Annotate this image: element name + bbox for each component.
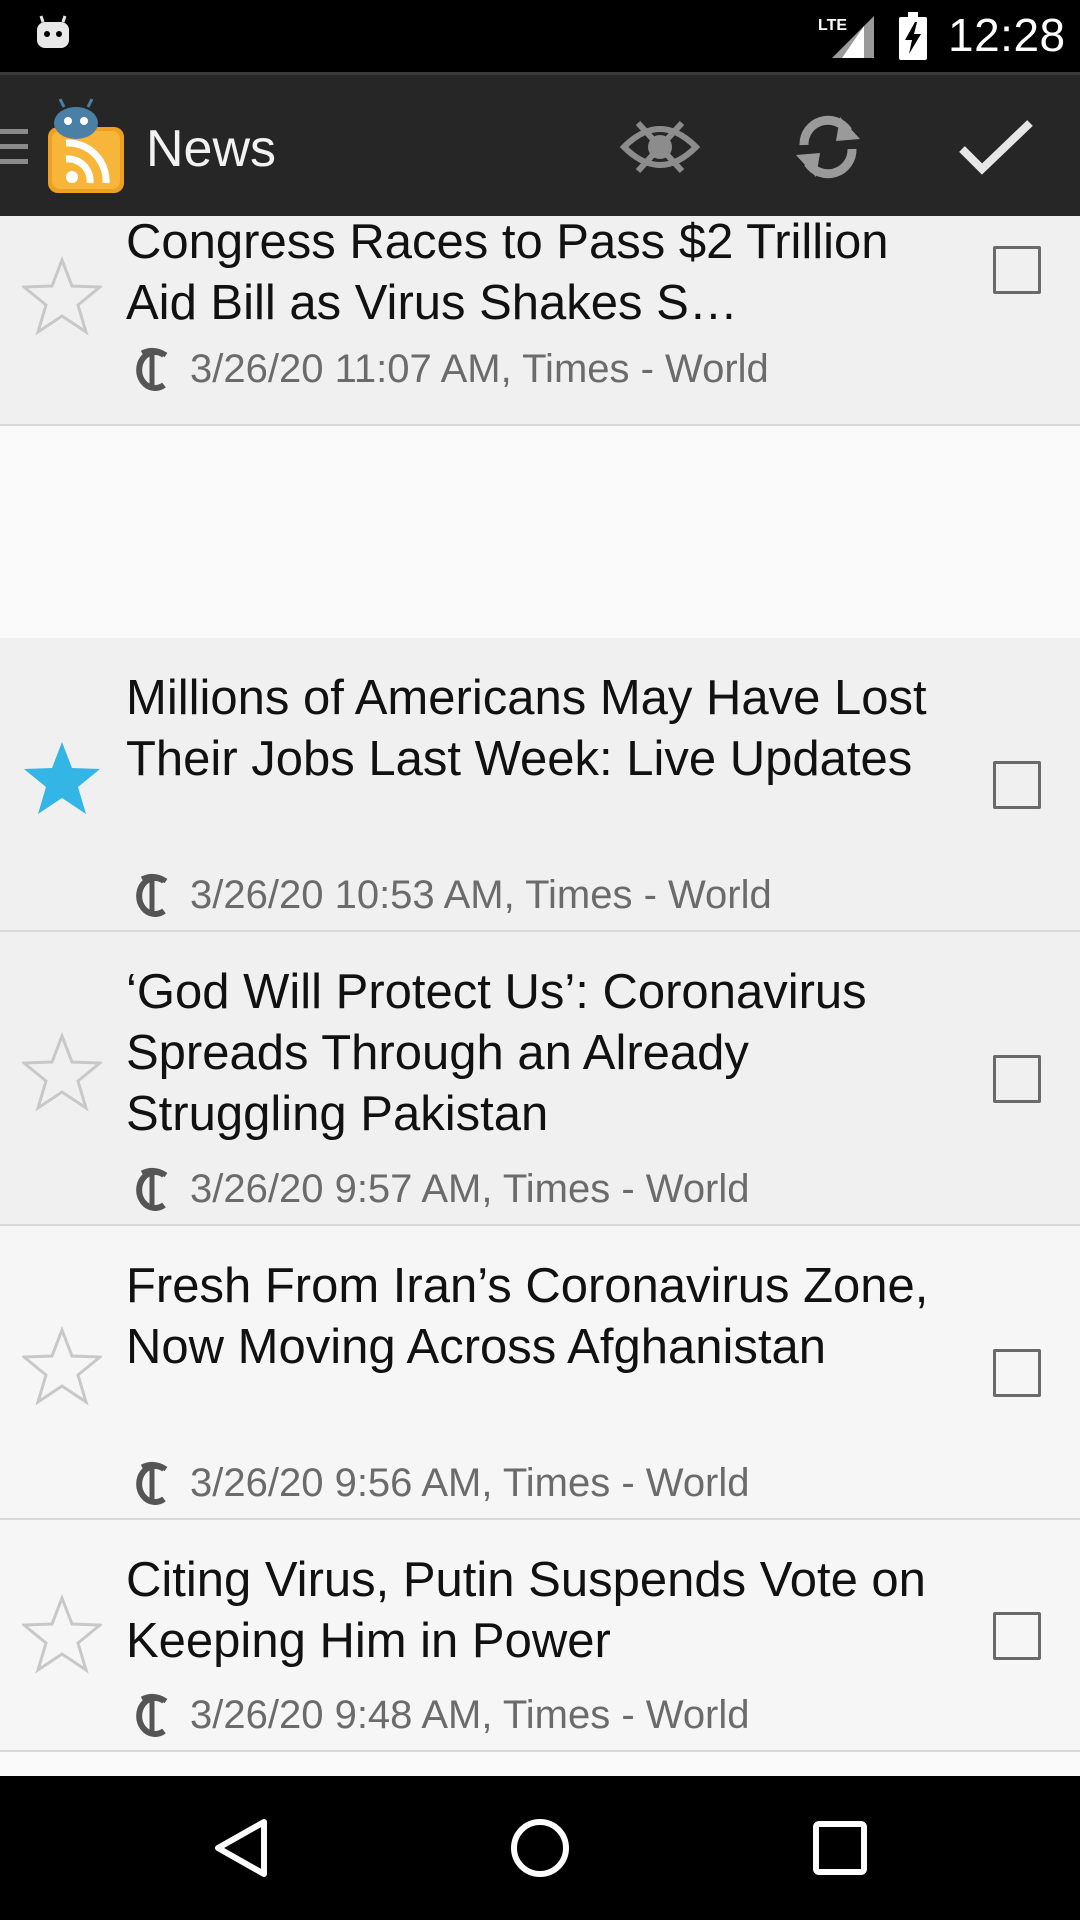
mark-read-checkbox[interactable] — [993, 246, 1041, 294]
article-meta: 3/26/20 9:56 AM, Times - World — [132, 1458, 750, 1508]
article-row[interactable]: ‘God Will Protect Us’: Coronavirus Sprea… — [0, 932, 1080, 1226]
star-outline-icon[interactable] — [22, 256, 102, 336]
article-row[interactable]: Millions of Americans May Have Lost Thei… — [0, 638, 1080, 932]
article-meta: 3/26/20 10:53 AM, Times - World — [132, 870, 772, 920]
article-date-source: 3/26/20 11:07 AM, Times - World — [190, 346, 769, 391]
clock: 12:28 — [948, 9, 1066, 61]
article-headline[interactable]: Congress Races to Pass $2 Trillion Aid B… — [126, 216, 946, 334]
app-logo[interactable] — [42, 97, 128, 197]
article-headline[interactable]: Millions of Americans May Have Lost Thei… — [126, 668, 946, 790]
article-headline[interactable]: Fresh From Iran’s Coronavirus Zone, Now … — [126, 1256, 946, 1378]
network-label: LTE — [818, 17, 847, 34]
nyt-logo-icon — [136, 1167, 168, 1211]
back-icon[interactable] — [210, 1816, 274, 1880]
mark-read-checkbox[interactable] — [993, 761, 1041, 809]
article-meta: 3/26/20 11:07 AM, Times - World — [132, 344, 769, 394]
mark-read-checkbox[interactable] — [993, 1349, 1041, 1397]
article-date-source: 3/26/20 10:53 AM, Times - World — [190, 872, 772, 917]
lte-signal-icon: LTE — [818, 16, 874, 58]
star-outline-icon[interactable] — [22, 1326, 102, 1406]
article-row[interactable]: Citing Virus, Putin Suspends Vote on Kee… — [0, 1520, 1080, 1752]
battery-charging-icon — [899, 12, 927, 60]
star-filled-icon[interactable] — [22, 738, 102, 818]
app-bar: News — [0, 72, 1080, 216]
article-row[interactable]: Congress Races to Pass $2 Trillion Aid B… — [0, 216, 1080, 426]
mark-read-checkbox[interactable] — [993, 1055, 1041, 1103]
article-date-source: 3/26/20 9:57 AM, Times - World — [190, 1166, 750, 1211]
article-date-source: 3/26/20 9:56 AM, Times - World — [190, 1460, 750, 1505]
article-date-source: 3/26/20 9:48 AM, Times - World — [190, 1692, 750, 1737]
mark-all-read-button[interactable] — [954, 105, 1038, 189]
hide-read-button[interactable] — [618, 105, 702, 189]
refresh-icon — [796, 115, 860, 179]
mark-read-icon — [959, 120, 1033, 175]
app-title: News — [146, 120, 277, 178]
star-outline-icon[interactable] — [22, 1032, 102, 1112]
recents-icon[interactable] — [808, 1816, 872, 1880]
navigation-bar — [0, 1776, 1080, 1920]
article-list[interactable]: Congress Races to Pass $2 Trillion Aid B… — [0, 216, 1080, 1776]
android-notification-icon — [37, 15, 69, 48]
article-headline[interactable]: Citing Virus, Putin Suspends Vote on Kee… — [126, 1550, 946, 1672]
refresh-button[interactable] — [786, 105, 870, 189]
article-meta: 3/26/20 9:48 AM, Times - World — [132, 1690, 750, 1740]
status-bar: LTE 12:28 — [0, 0, 1080, 72]
hide-read-icon — [620, 120, 700, 174]
nyt-logo-icon — [136, 347, 168, 391]
home-icon[interactable] — [508, 1816, 572, 1880]
drawer-icon[interactable] — [0, 125, 28, 169]
star-outline-icon[interactable] — [22, 1594, 102, 1674]
nyt-logo-icon — [136, 1693, 168, 1737]
article-row[interactable]: Surging Traffic Is Slowing Down Our Inte… — [0, 1752, 1080, 1776]
nyt-logo-icon — [136, 1461, 168, 1505]
article-headline[interactable]: ‘God Will Protect Us’: Coronavirus Sprea… — [126, 962, 946, 1145]
article-row[interactable]: Fresh From Iran’s Coronavirus Zone, Now … — [0, 1226, 1080, 1520]
nyt-logo-icon — [136, 873, 168, 917]
article-meta: 3/26/20 9:57 AM, Times - World — [132, 1164, 750, 1214]
mark-read-checkbox[interactable] — [993, 1612, 1041, 1660]
